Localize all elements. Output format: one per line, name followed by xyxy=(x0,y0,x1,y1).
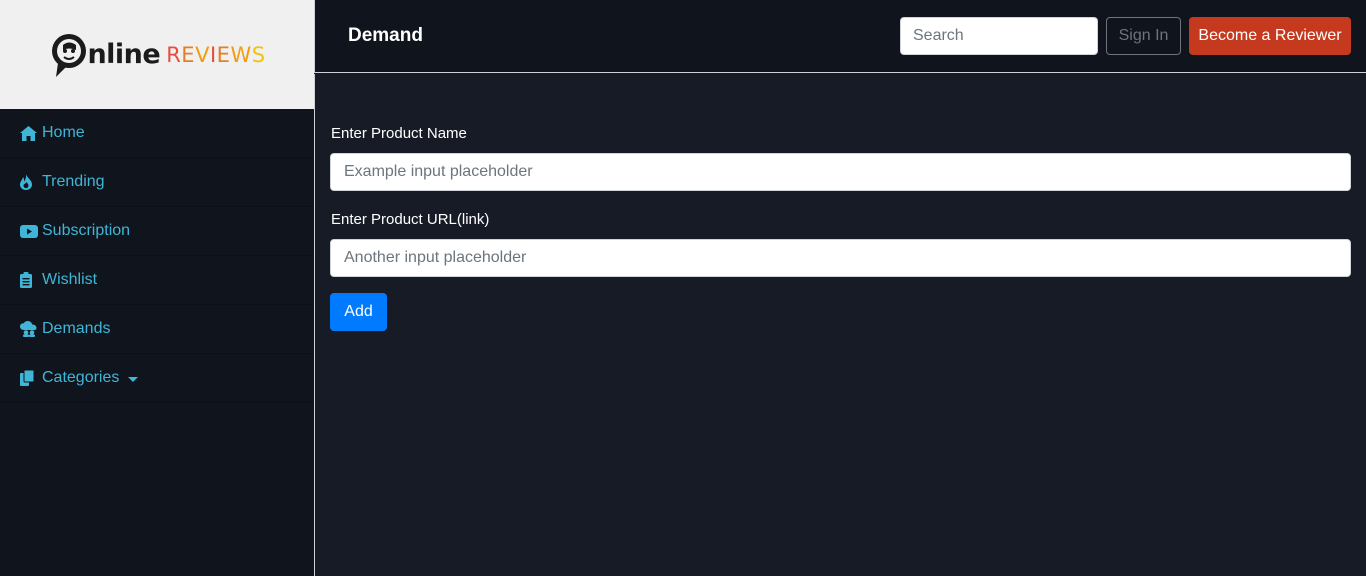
sidebar-item-demands[interactable]: Demands xyxy=(0,305,314,354)
clipboard-icon xyxy=(20,271,38,289)
search-input[interactable] xyxy=(900,17,1098,55)
sidebar-item-label: Subscription xyxy=(42,222,131,239)
sidebar-item-trending[interactable]: Trending xyxy=(0,158,314,207)
product-name-input[interactable] xyxy=(330,153,1351,191)
logo-text-nline: nline xyxy=(87,39,161,70)
sidebar-nav: Home Trending Subscription Wishlist Dema… xyxy=(0,109,314,403)
sidebar-item-categories[interactable]: Categories xyxy=(0,354,314,403)
sidebar-item-wishlist[interactable]: Wishlist xyxy=(0,256,314,305)
add-button[interactable]: Add xyxy=(330,293,387,331)
chevron-down-icon[interactable] xyxy=(128,376,139,382)
logo-letter: S xyxy=(251,42,266,67)
sidebar: nline REVIEWS Home Trending Subscription xyxy=(0,0,314,576)
logo-mark-icon xyxy=(52,33,87,77)
sidebar-item-label: Trending xyxy=(42,173,105,190)
page-title: Demand xyxy=(348,25,423,46)
product-url-label: Enter Product URL(link) xyxy=(331,211,490,228)
sidebar-item-label: Categories xyxy=(42,369,120,386)
product-name-label: Enter Product Name xyxy=(331,125,467,142)
logo-letter: E xyxy=(181,42,196,67)
top-navbar: Demand Sign In Become a Reviewer xyxy=(314,0,1366,73)
youtube-icon xyxy=(20,222,38,240)
fire-icon xyxy=(20,173,38,191)
sidebar-item-label: Demands xyxy=(42,320,111,337)
become-reviewer-button[interactable]: Become a Reviewer xyxy=(1189,17,1351,55)
sidebar-item-subscription[interactable]: Subscription xyxy=(0,207,314,256)
sidebar-item-home[interactable]: Home xyxy=(0,109,314,158)
sign-in-button[interactable]: Sign In xyxy=(1106,17,1181,55)
logo-area[interactable]: nline REVIEWS xyxy=(0,0,314,109)
sidebar-item-label: Wishlist xyxy=(42,271,98,288)
logo-letter: I xyxy=(209,42,217,67)
sidebar-item-label: Home xyxy=(42,124,85,141)
product-url-input[interactable] xyxy=(330,239,1351,277)
cloud-users-icon xyxy=(20,320,38,338)
copy-icon xyxy=(20,369,38,387)
online-reviews-logo[interactable]: nline REVIEWS xyxy=(48,31,265,79)
logo-letter: R xyxy=(166,42,182,67)
demand-form: Enter Product Name Enter Product URL(lin… xyxy=(314,74,1366,576)
logo-letter: E xyxy=(216,42,231,67)
logo-text-reviews: REVIEWS xyxy=(166,43,265,67)
home-icon xyxy=(20,124,38,142)
logo-letter: W xyxy=(230,42,252,67)
logo-letter: V xyxy=(195,42,210,67)
